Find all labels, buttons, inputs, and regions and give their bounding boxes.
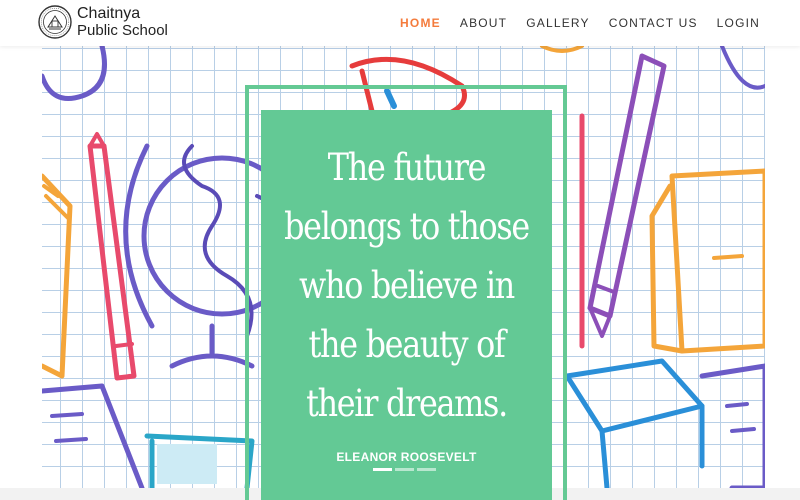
quote-line: their dreams. [306, 382, 508, 425]
school-logo-icon[interactable] [38, 5, 72, 39]
brand-line-1: Chaitnya [77, 5, 141, 22]
slide-indicator-2[interactable] [395, 468, 414, 471]
slide-indicator-1[interactable] [373, 468, 392, 471]
nav-login-link[interactable]: LOGIN [717, 16, 760, 30]
nav-about-link[interactable]: ABOUT [460, 16, 507, 30]
site-header: Chaitnya Public School HOME ABOUT GALLER… [0, 0, 800, 46]
quote-line: The future [327, 146, 487, 189]
nav-gallery-link[interactable]: GALLERY [526, 16, 590, 30]
nav-home-link[interactable]: HOME [400, 16, 441, 30]
quote-line: who believe in [299, 264, 515, 307]
slider-indicators [373, 468, 436, 471]
nav-contact-link[interactable]: CONTACT US [609, 16, 698, 30]
brand-name[interactable]: Chaitnya Public School [77, 5, 168, 39]
quote-card: The future belongs to those who believe … [261, 110, 552, 500]
quote-line: belongs to those [284, 205, 530, 248]
quote-author: ELEANOR ROOSEVELT [336, 450, 477, 464]
quote-text: The future belongs to those who believe … [281, 138, 531, 433]
quote-line: the beauty of [308, 323, 506, 366]
main-nav: HOME ABOUT GALLERY CONTACT US LOGIN [381, 16, 760, 30]
slide-indicator-3[interactable] [417, 468, 436, 471]
brand-line-2: Public School [77, 22, 168, 39]
